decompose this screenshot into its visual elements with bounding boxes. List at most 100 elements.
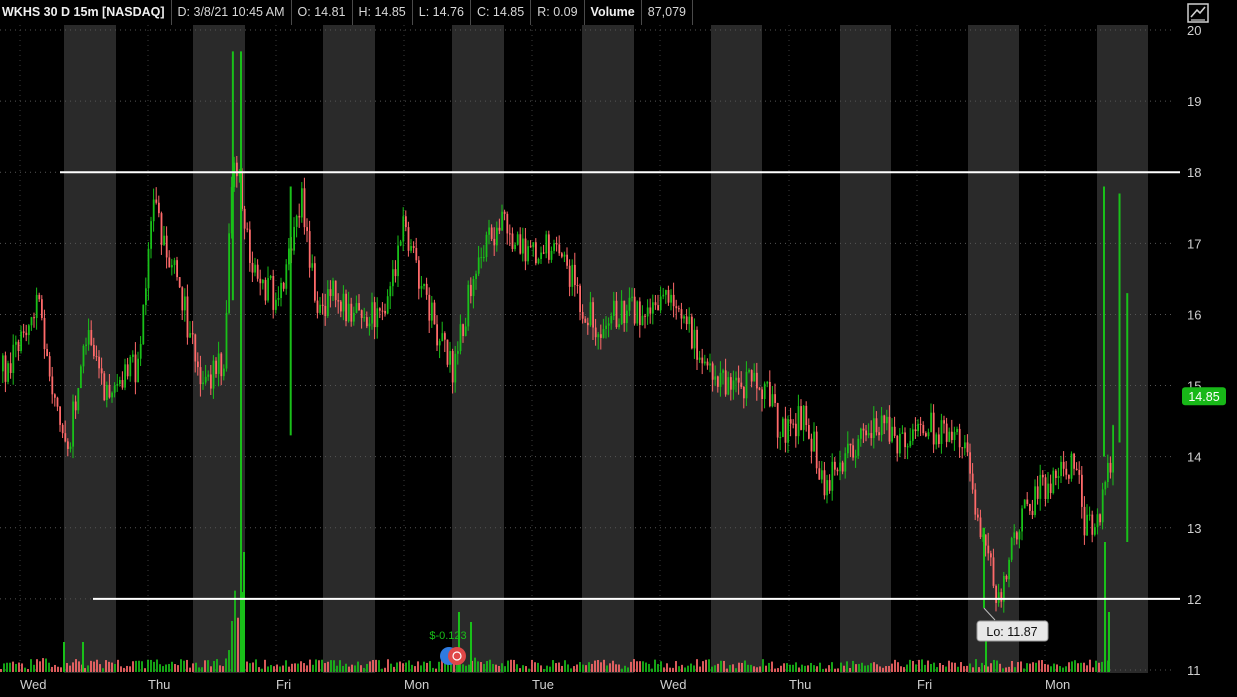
- volume-bar: [996, 660, 998, 672]
- volume-spike: [1108, 612, 1110, 672]
- candle-body: [740, 382, 743, 387]
- candle-body: [1083, 506, 1086, 536]
- volume-bar: [1095, 660, 1097, 672]
- candle-body: [1021, 508, 1023, 532]
- volume-bar: [462, 664, 464, 672]
- candle-body: [1003, 575, 1005, 602]
- candle-body: [646, 307, 649, 317]
- volume-bar: [150, 659, 152, 672]
- candle-body: [22, 331, 25, 333]
- candle-body: [698, 357, 701, 360]
- volume-bar: [951, 662, 953, 672]
- volume-bar: [387, 659, 389, 672]
- candle-body: [124, 364, 126, 388]
- candle-body: [454, 353, 457, 383]
- volume-bar: [405, 662, 407, 672]
- volume-bar: [201, 667, 203, 672]
- volume-bar: [699, 666, 701, 672]
- candle-body: [56, 397, 59, 407]
- candle-body: [548, 234, 550, 260]
- earnings-event-icon[interactable]: [448, 647, 466, 665]
- volume-bar: [465, 665, 467, 672]
- candle-body: [860, 428, 862, 439]
- volume-bar: [120, 666, 122, 672]
- candle-body: [943, 420, 945, 424]
- candle-body: [701, 357, 704, 364]
- candle-body: [758, 388, 761, 390]
- candle-body: [766, 381, 769, 384]
- volume-bar: [54, 664, 56, 672]
- candle-body: [979, 517, 982, 538]
- price-chart[interactable]: 11121314151617181920 Wed Thu Fri Mon Tue Wed T…: [0, 0, 1237, 697]
- candle-body: [1104, 482, 1107, 490]
- candle-body: [451, 351, 454, 383]
- volume-bar: [192, 663, 194, 672]
- volume-bars: [0, 542, 1110, 672]
- candle-body: [579, 285, 581, 313]
- symbol-label[interactable]: WKHS 30 D 15m [NASDAQ]: [0, 0, 172, 25]
- close-readout: C: 14.85: [471, 0, 532, 25]
- price-tick-label: 17: [1187, 236, 1201, 251]
- price-axis[interactable]: 11121314151617181920: [1187, 23, 1201, 678]
- candle-body: [358, 303, 360, 311]
- candle-body: [951, 431, 953, 441]
- candle-body: [844, 453, 847, 472]
- candle-body: [823, 470, 826, 496]
- candle-body: [581, 312, 584, 319]
- candle-body: [202, 382, 204, 385]
- volume-bar: [1086, 665, 1088, 672]
- volume-spike: [82, 642, 84, 672]
- candle-body: [1044, 477, 1047, 499]
- time-axis[interactable]: Wed Thu Fri Mon Tue Wed Thu Fri Mon: [20, 677, 1070, 692]
- volume-bar: [876, 664, 878, 672]
- volume-bar: [723, 660, 725, 672]
- volume-bar: [261, 668, 263, 672]
- volume-bar: [957, 666, 959, 672]
- candle-body: [327, 289, 329, 316]
- candle-body: [886, 416, 888, 424]
- volume-bar: [831, 662, 833, 672]
- volume-readout: 87,079: [642, 0, 693, 25]
- volume-bar: [945, 666, 947, 672]
- volume-bar: [687, 665, 689, 672]
- volume-bar: [504, 666, 506, 672]
- candle-body: [797, 406, 800, 437]
- volume-bar: [606, 665, 608, 672]
- session-band: [582, 25, 634, 673]
- candle-body: [480, 257, 483, 259]
- volume-bar: [513, 659, 515, 672]
- candle-body: [12, 344, 15, 374]
- candle-body: [901, 432, 904, 434]
- candle-body: [332, 280, 334, 297]
- volume-bar: [531, 659, 533, 672]
- volume-bar: [282, 665, 284, 672]
- candle-body: [433, 302, 436, 325]
- candle-body: [1013, 532, 1016, 539]
- candle-body: [672, 294, 675, 307]
- candle-body: [771, 394, 774, 407]
- candle-body: [1094, 527, 1096, 535]
- candle-body: [748, 370, 750, 372]
- candle-body: [254, 264, 256, 273]
- earnings-event-label: $-0.123: [429, 630, 466, 642]
- candle-body: [80, 366, 82, 389]
- candle-body: [93, 344, 95, 357]
- candle-body: [888, 416, 891, 442]
- candle-body: [1088, 514, 1091, 516]
- candle-body: [524, 238, 527, 262]
- candle-body: [288, 248, 290, 265]
- candle-body: [657, 305, 659, 311]
- candle-body: [717, 376, 719, 387]
- candle-body: [438, 340, 441, 346]
- candle-body: [574, 264, 576, 286]
- volume-bar: [414, 666, 416, 672]
- candle-body: [262, 279, 264, 284]
- volume-bar: [924, 664, 926, 672]
- volume-bar: [528, 668, 530, 672]
- candle-body: [935, 434, 938, 445]
- candle-body: [639, 301, 641, 326]
- volume-bar: [738, 662, 740, 672]
- style-settings-button[interactable]: [1186, 2, 1210, 24]
- candle-body: [867, 433, 870, 436]
- volume-bar: [267, 666, 269, 672]
